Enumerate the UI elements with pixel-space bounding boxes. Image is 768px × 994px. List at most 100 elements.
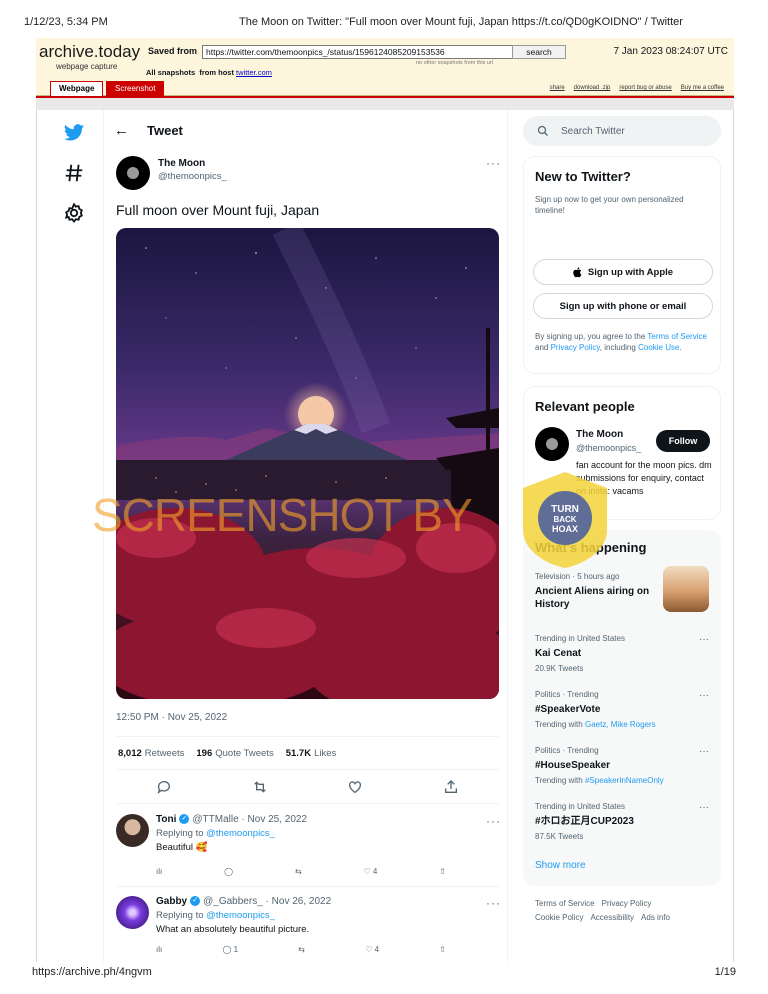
follow-button[interactable]: Follow (656, 430, 710, 452)
reply-actions: ılı ◯ ⇆ ♡ 4 ⇧ (156, 867, 446, 876)
retweet-icon[interactable]: ⇆ (298, 945, 305, 954)
trend-item[interactable]: Politics · Trending #HouseSpeaker Trendi… (535, 746, 709, 785)
analytics-icon[interactable]: ılı (156, 867, 162, 876)
relevant-avatar[interactable] (535, 427, 569, 461)
reply-date[interactable]: · Nov 25, 2022 (241, 814, 307, 825)
footer-accessibility-link[interactable]: Accessibility (590, 913, 634, 922)
more-options-icon[interactable]: ··· (699, 746, 709, 757)
tweet-photo[interactable] (116, 228, 499, 699)
host-link[interactable]: twitter.com (236, 68, 272, 77)
legal-prefix: By signing up, you agree to the (535, 332, 646, 341)
trend-with-links[interactable]: Gaetz, Mike Rogers (585, 720, 656, 729)
relevant-name[interactable]: The Moon (576, 429, 623, 440)
verified-badge-icon: ✓ (190, 896, 201, 907)
archive-links: share download .zip report bug or abuse … (550, 85, 724, 91)
search-placeholder: Search Twitter (561, 125, 625, 137)
author-avatar[interactable] (116, 156, 150, 190)
more-options-icon[interactable]: ··· (699, 802, 709, 813)
reply-icon[interactable]: ◯ 1 (222, 945, 238, 954)
settings-gear-icon[interactable] (63, 202, 85, 224)
share-link[interactable]: share (550, 85, 565, 91)
tweet-author: The Moon @themoonpics_ (116, 156, 227, 190)
archive-url-input[interactable]: https://twitter.com/themoonpics_/status/… (202, 45, 518, 59)
quotes-stat[interactable]: 196 Quote Tweets (196, 748, 273, 759)
trend-meta: Trending in United States (535, 802, 625, 811)
retweets-stat[interactable]: 8,012 Retweets (118, 748, 184, 759)
report-bug-link[interactable]: report bug or abuse (619, 85, 671, 91)
print-header: 1/12/23, 5:34 PM The Moon on Twitter: "F… (24, 16, 744, 28)
trend-count: 87.5K Tweets (535, 832, 584, 841)
reply-icon[interactable] (156, 779, 172, 795)
twitter-bird-icon[interactable] (63, 122, 85, 144)
tweet-stats: 8,012 Retweets 196 Quote Tweets 51.7K Likes (116, 736, 499, 770)
footer-ads-info-link[interactable]: Ads info (641, 913, 670, 922)
tab-screenshot[interactable]: Screenshot (106, 81, 165, 97)
trend-title: #HouseSpeaker (535, 760, 611, 771)
download-zip-link[interactable]: download .zip (574, 85, 611, 91)
more-options-icon[interactable]: ··· (699, 634, 709, 645)
mount-fuji-moon-photo (116, 228, 499, 699)
like-heart-icon[interactable]: ♡ 4 (365, 945, 379, 954)
archive-logo[interactable]: archive.today (39, 42, 140, 62)
seal-text-top: TURN (551, 504, 579, 515)
reply-avatar[interactable] (116, 896, 149, 929)
trend-item[interactable]: Trending in United States Kai Cenat 20.9… (535, 634, 709, 673)
print-footer: https://archive.ph/4ngvm 1/19 (32, 966, 736, 978)
sidebar-footer-links: Terms of Service Privacy Policy Cookie Po… (535, 897, 715, 925)
reply-text: What an absolutely beautiful picture. (156, 924, 310, 935)
share-icon[interactable] (443, 779, 459, 795)
print-page-number: 1/19 (714, 966, 736, 978)
archive-search-button[interactable]: search (512, 45, 566, 59)
more-options-icon[interactable]: ··· (486, 156, 501, 170)
privacy-link[interactable]: Privacy Policy (551, 343, 600, 352)
share-icon[interactable]: ⇧ (439, 867, 446, 876)
replying-to-handle[interactable]: @themoonpics_ (206, 828, 275, 839)
like-heart-icon[interactable] (347, 779, 363, 795)
trend-item[interactable]: Television · 5 hours ago Ancient Aliens … (535, 566, 709, 612)
likes-stat[interactable]: 51.7K Likes (286, 748, 337, 759)
buy-coffee-link[interactable]: Buy me a coffee (681, 85, 724, 91)
retweet-icon[interactable]: ⇆ (295, 867, 302, 876)
search-input[interactable]: Search Twitter (523, 116, 721, 146)
retweet-icon[interactable] (252, 779, 268, 795)
author-handle[interactable]: @themoonpics_ (158, 171, 227, 182)
more-options-icon[interactable]: ··· (486, 896, 501, 910)
all-snapshots-row: All snapshots from host twitter.com (146, 68, 272, 77)
screenshot-watermark: SCREENSHOT BY (92, 489, 473, 541)
footer-cookie-link[interactable]: Cookie Policy (535, 913, 583, 922)
footer-terms-link[interactable]: Terms of Service (535, 899, 595, 908)
terms-link[interactable]: Terms of Service (647, 332, 707, 341)
show-more-link[interactable]: Show more (535, 860, 586, 871)
cookie-use-link[interactable]: Cookie Use (638, 343, 679, 352)
tweet-timestamp[interactable]: 12:50 PM · Nov 25, 2022 (116, 712, 227, 723)
replying-to-label: Replying to (156, 828, 204, 839)
explore-hashtag-icon[interactable] (63, 162, 85, 184)
replying-to-handle[interactable]: @themoonpics_ (206, 910, 275, 921)
reply-author-handle[interactable]: @TTMalle (192, 814, 238, 825)
more-options-icon[interactable]: ··· (699, 690, 709, 701)
more-options-icon[interactable]: ··· (486, 814, 501, 828)
back-arrow-icon[interactable]: ← (114, 122, 129, 139)
trend-title: #SpeakerVote (535, 704, 601, 715)
relevant-handle[interactable]: @themoonpics_ (576, 443, 641, 453)
reply-date[interactable]: · Nov 26, 2022 (266, 896, 332, 907)
trend-item[interactable]: Politics · Trending #SpeakerVote Trendin… (535, 690, 709, 729)
sign-up-phone-button[interactable]: Sign up with phone or email (533, 293, 713, 319)
footer-privacy-link[interactable]: Privacy Policy (602, 899, 652, 908)
like-heart-icon[interactable]: ♡ 4 (364, 867, 378, 876)
trend-count: 20.9K Tweets (535, 664, 584, 673)
share-icon[interactable]: ⇧ (439, 945, 446, 954)
reply-avatar[interactable] (116, 814, 149, 847)
trend-with-links[interactable]: #SpeakerInNameOnly (585, 776, 664, 785)
reply-author-name[interactable]: Gabby (156, 896, 187, 907)
author-name[interactable]: The Moon (158, 158, 227, 169)
reply-author-handle[interactable]: @_Gabbers_ (203, 896, 263, 907)
trend-item[interactable]: Trending in United States #ホロお正月CUP2023 … (535, 802, 709, 841)
reply-icon[interactable]: ◯ (224, 867, 233, 876)
replying-to-label: Replying to (156, 910, 204, 921)
analytics-icon[interactable]: ılı (156, 945, 162, 954)
new-to-twitter-card: New to Twitter? Sign up now to get your … (523, 156, 721, 374)
reply-author-name[interactable]: Toni (156, 814, 176, 825)
tab-webpage[interactable]: Webpage (50, 81, 104, 97)
sign-up-apple-button[interactable]: Sign up with Apple (533, 259, 713, 285)
